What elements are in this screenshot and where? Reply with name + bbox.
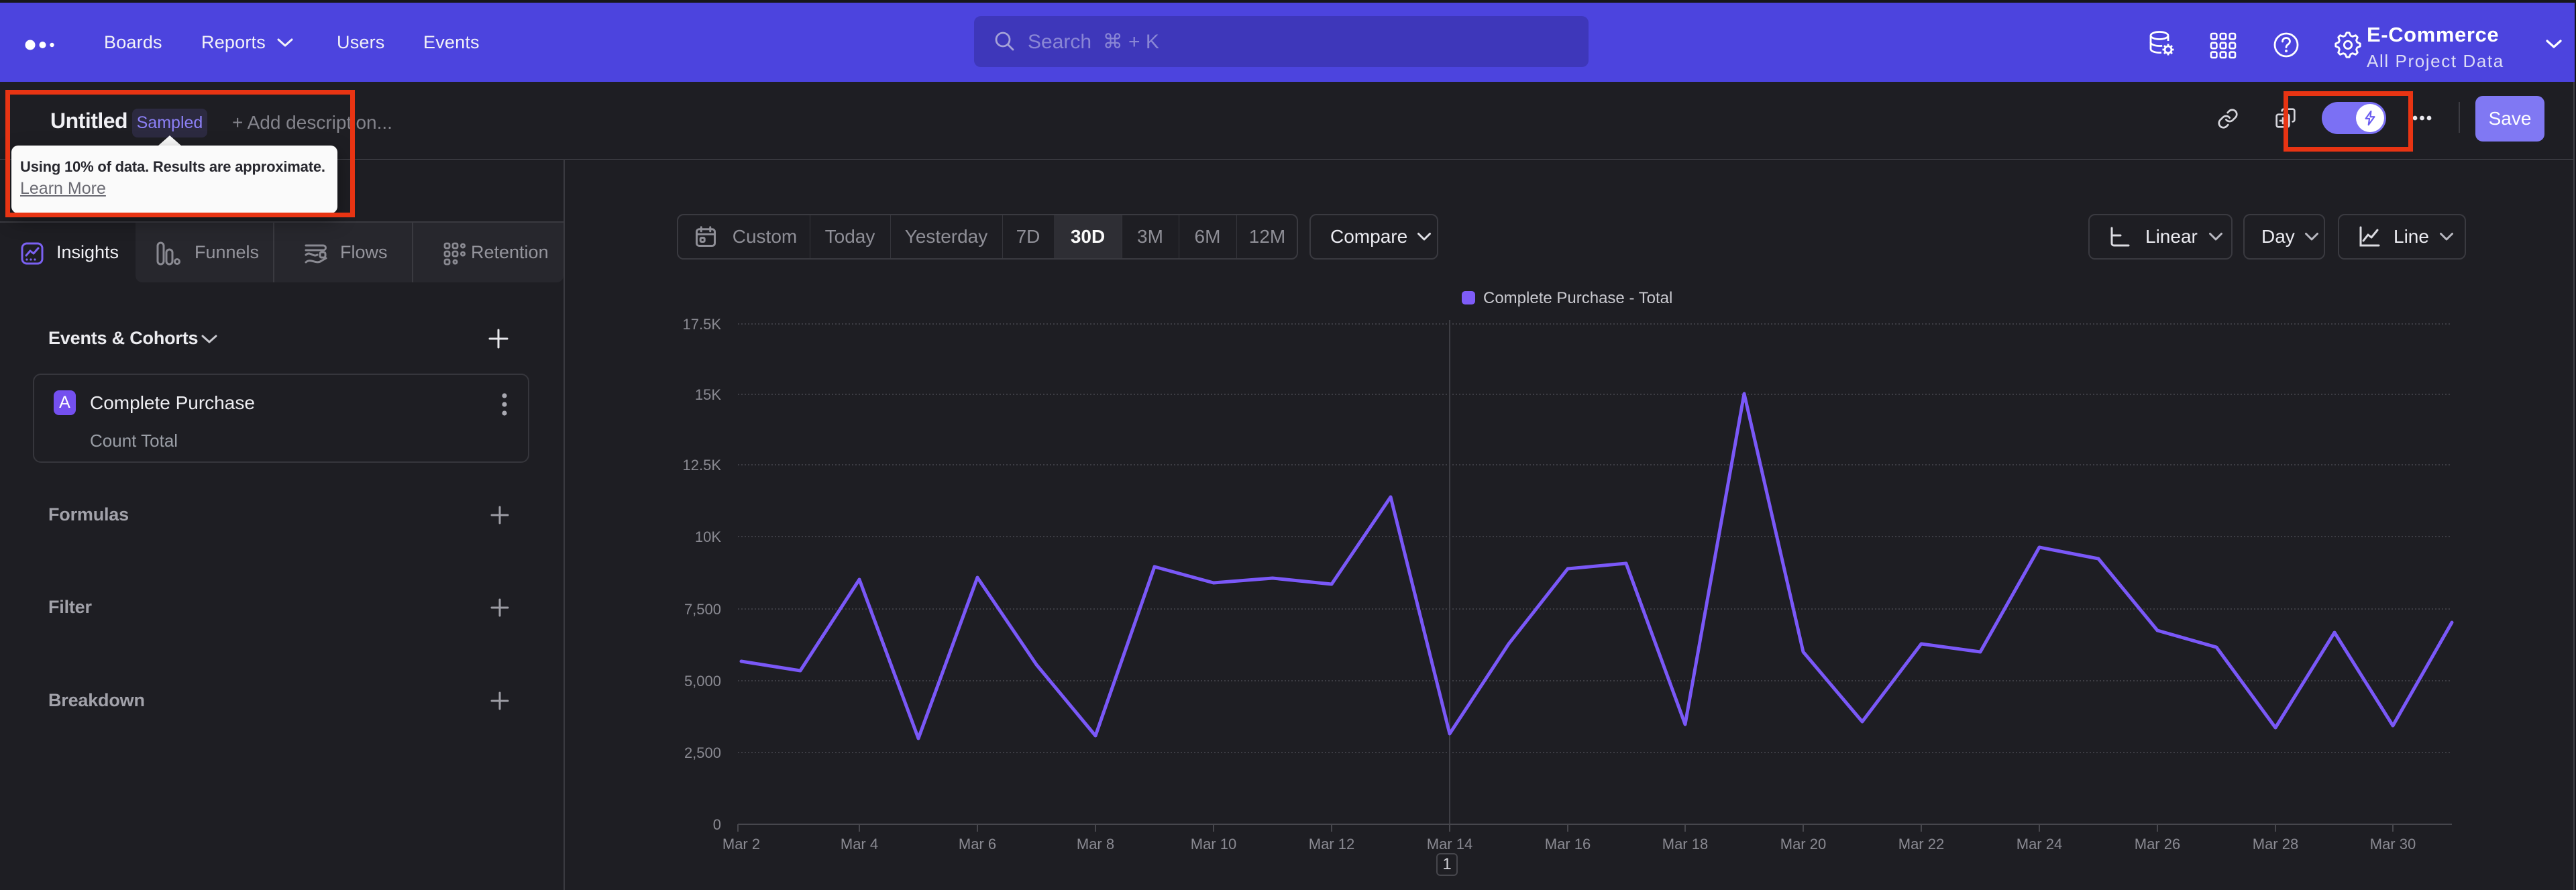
svg-text:17.5K: 17.5K <box>683 316 722 333</box>
svg-text:Mar 24: Mar 24 <box>2017 836 2062 852</box>
svg-text:Mar 20: Mar 20 <box>1780 836 1826 852</box>
svg-text:2,500: 2,500 <box>684 744 721 761</box>
svg-text:Mar 4: Mar 4 <box>841 836 878 852</box>
svg-text:7,500: 7,500 <box>684 601 721 618</box>
svg-text:15K: 15K <box>695 386 721 403</box>
svg-text:Mar 8: Mar 8 <box>1077 836 1114 852</box>
svg-text:Mar 22: Mar 22 <box>1898 836 1944 852</box>
svg-text:Mar 16: Mar 16 <box>1545 836 1591 852</box>
svg-text:Mar 26: Mar 26 <box>2135 836 2180 852</box>
svg-text:Mar 28: Mar 28 <box>2253 836 2298 852</box>
svg-text:Mar 10: Mar 10 <box>1191 836 1236 852</box>
svg-text:10K: 10K <box>695 529 721 545</box>
svg-text:Mar 18: Mar 18 <box>1662 836 1708 852</box>
svg-text:Mar 14: Mar 14 <box>1427 836 1472 852</box>
svg-text:Mar 6: Mar 6 <box>959 836 996 852</box>
svg-text:Mar 2: Mar 2 <box>722 836 760 852</box>
svg-text:Mar 30: Mar 30 <box>2370 836 2416 852</box>
svg-text:Mar 12: Mar 12 <box>1309 836 1354 852</box>
svg-text:5,000: 5,000 <box>684 673 721 689</box>
svg-text:12.5K: 12.5K <box>683 457 722 474</box>
svg-text:0: 0 <box>713 816 721 833</box>
